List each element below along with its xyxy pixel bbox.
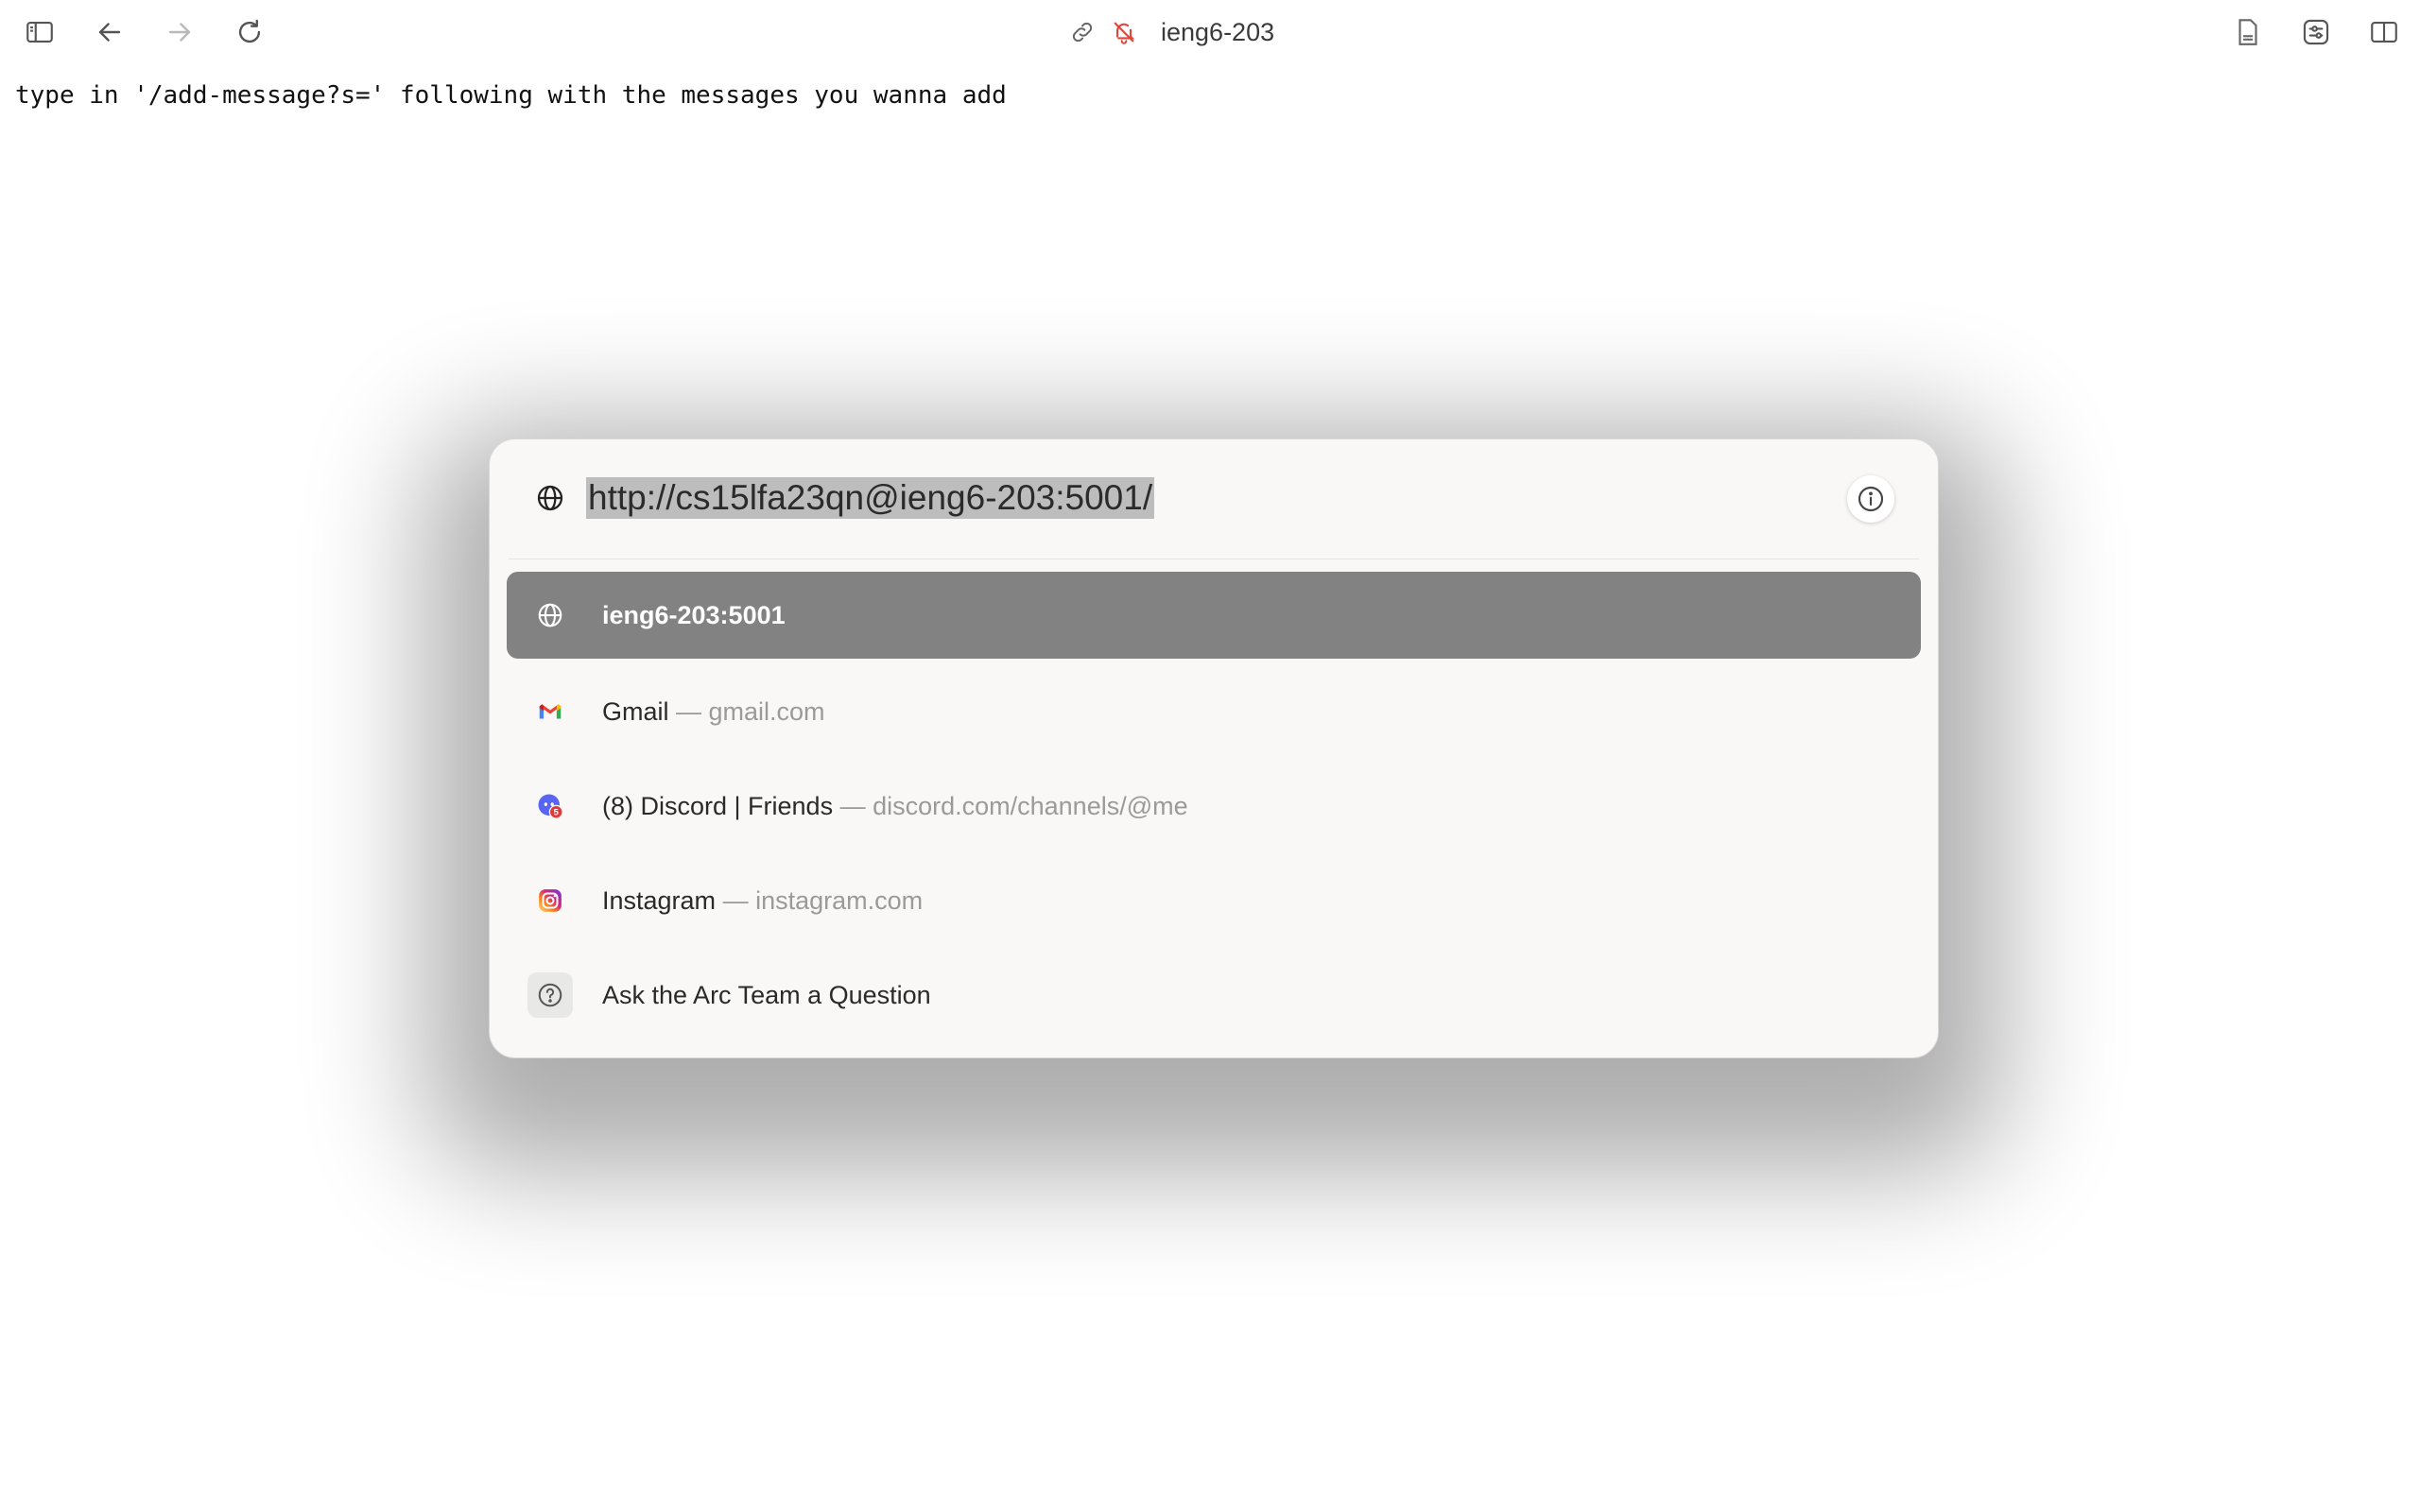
arrow-left-icon (98, 23, 121, 42)
url-input[interactable]: http://cs15lfa23qn@ieng6-203:5001/ (586, 477, 1155, 519)
discord-badge-count: 5 (554, 808, 559, 817)
sliders-icon (2303, 19, 2329, 45)
suggestion-item-ieng6[interactable]: ieng6-203:5001 (507, 572, 1921, 659)
suggestion-title: Instagram (602, 885, 717, 915)
suggestion-title: Gmail (602, 696, 669, 726)
bell-slash-icon (1114, 22, 1135, 44)
browser-toolbar: ieng6-203 (0, 0, 2420, 62)
site-controls-button[interactable] (2295, 11, 2337, 53)
copy-link-button[interactable] (1068, 18, 1097, 46)
command-bar: http://cs15lfa23qn@ieng6-203:5001/ ieng6… (489, 438, 1939, 1058)
page-body-text: type in '/add-message?s=' following with… (15, 81, 1007, 110)
suggestion-list: ieng6-203:5001 Gmail — gmail.com 5 (8) D… (507, 572, 1921, 1046)
info-button[interactable] (1847, 475, 1894, 523)
command-bar-input-row: http://cs15lfa23qn@ieng6-203:5001/ (490, 439, 1938, 558)
suggestion-title: ieng6-203:5001 (602, 600, 786, 629)
question-icon (527, 972, 573, 1018)
suggestion-label: (8) Discord | Friends — discord.com/chan… (602, 792, 1188, 821)
globe-icon (531, 479, 569, 517)
suggestion-title: (8) Discord | Friends (602, 791, 834, 820)
document-icon (2238, 19, 2257, 45)
discord-icon: 5 (527, 783, 573, 829)
forward-button[interactable] (159, 11, 200, 53)
suggestion-item-gmail[interactable]: Gmail — gmail.com (507, 668, 1921, 755)
suggestion-item-ask-arc[interactable]: Ask the Arc Team a Question (507, 952, 1921, 1039)
instagram-icon (527, 878, 573, 923)
back-button[interactable] (89, 11, 130, 53)
suggestion-item-instagram[interactable]: Instagram — instagram.com (507, 857, 1921, 944)
globe-icon (527, 593, 573, 638)
arrow-right-icon (168, 23, 191, 42)
suggestion-subtitle: — gmail.com (668, 696, 825, 726)
command-bar-divider (509, 558, 1919, 559)
split-view-icon (2371, 22, 2397, 43)
reader-mode-button[interactable] (2227, 11, 2269, 53)
suggestion-label: Gmail — gmail.com (602, 697, 825, 727)
suggestion-label: Instagram — instagram.com (602, 886, 923, 916)
sidebar-toggle-icon (26, 22, 53, 43)
suggestion-label: ieng6-203:5001 (602, 601, 786, 630)
reload-button[interactable] (229, 11, 270, 53)
suggestion-label: Ask the Arc Team a Question (602, 981, 931, 1010)
gmail-icon (527, 689, 573, 734)
page-title: ieng6-203 (1161, 17, 1275, 46)
page-title-area[interactable]: ieng6-203 (1068, 11, 1274, 53)
suggestion-item-discord[interactable]: 5 (8) Discord | Friends — discord.com/ch… (507, 763, 1921, 850)
suggestion-subtitle: — instagram.com (716, 885, 924, 915)
sidebar-toggle-button[interactable] (19, 11, 60, 53)
link-icon (1072, 22, 1093, 43)
notifications-off-button[interactable] (1110, 18, 1138, 46)
suggestion-subtitle: — discord.com/channels/@me (833, 791, 1188, 820)
reload-icon (238, 19, 261, 43)
info-icon (1858, 486, 1884, 512)
split-view-button[interactable] (2363, 11, 2405, 53)
suggestion-title: Ask the Arc Team a Question (602, 980, 931, 1009)
